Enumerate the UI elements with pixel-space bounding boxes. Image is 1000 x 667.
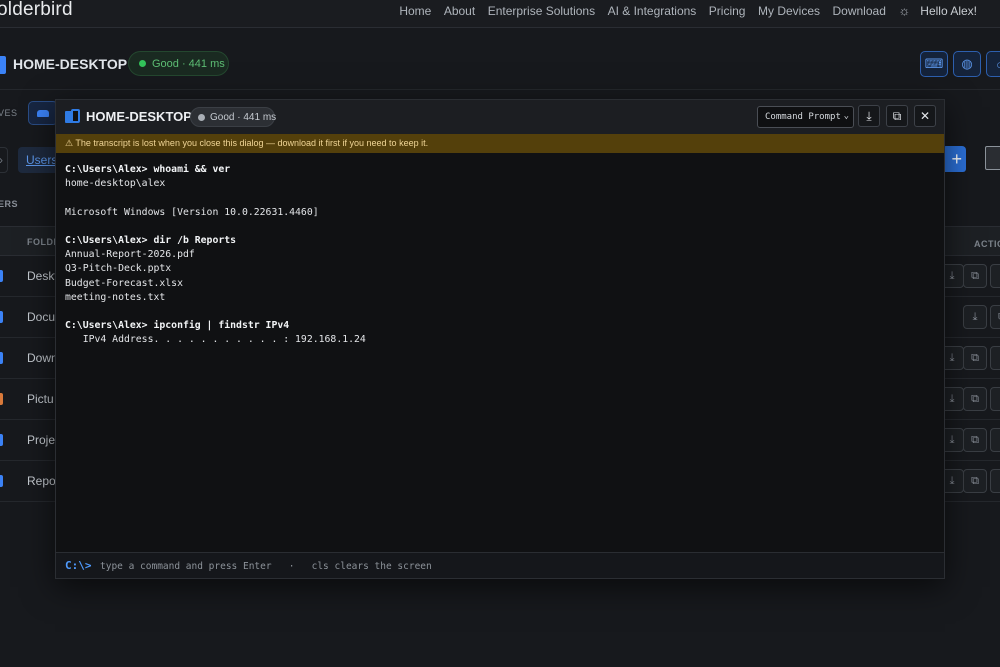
- dialog-status-badge: Good · 441 ms: [190, 107, 276, 127]
- drives-label: VES: [0, 108, 18, 118]
- transcript-warning: ⚠ The transcript is lost when you close …: [56, 134, 944, 153]
- brand-logo[interactable]: olderbird: [0, 0, 73, 21]
- nav-download[interactable]: Download: [833, 4, 886, 18]
- device-name: HOME-DESKTOP: [13, 56, 128, 72]
- drive-button[interactable]: [28, 101, 58, 125]
- remote-shell-dialog: HOME-DESKTOP Good · 441 ms Command Promp…: [55, 99, 945, 579]
- folder-icon: [0, 393, 3, 405]
- folder-icon: [0, 311, 3, 323]
- external-link-icon: ⧉: [892, 109, 902, 123]
- dialog-title: HOME-DESKTOP: [86, 109, 192, 124]
- desktop-icon: [0, 56, 6, 74]
- folder-name: Pictu: [27, 392, 54, 406]
- terminal-command-line: C:\Users\Alex> ipconfig | findstr IPv4: [65, 320, 290, 332]
- download-button[interactable]: ⤓: [963, 305, 987, 329]
- share-button[interactable]: ⧉: [963, 428, 987, 452]
- folder-name: Docu: [27, 310, 56, 324]
- more-button[interactable]: ▯: [990, 428, 1000, 452]
- terminal-output-line: meeting-notes.txt: [65, 291, 166, 303]
- folder-name: Proje: [27, 433, 56, 447]
- search-button[interactable]: ○: [986, 51, 1000, 77]
- folder-icon: [0, 270, 3, 282]
- folder-icon: [0, 475, 3, 487]
- more-button[interactable]: ▯: [990, 264, 1000, 288]
- nav-ai-integrations[interactable]: AI & Integrations: [608, 4, 697, 18]
- share-button[interactable]: ⧉: [963, 346, 987, 370]
- close-button[interactable]: ✕: [914, 105, 936, 127]
- more-button[interactable]: ▯: [990, 346, 1000, 370]
- breadcrumb-chevron-icon[interactable]: ›: [0, 147, 8, 173]
- status-badge: Good · 441 ms: [128, 51, 229, 76]
- download-transcript-button[interactable]: ⤓: [858, 105, 880, 127]
- share-button[interactable]: ⧉: [963, 469, 987, 493]
- terminal-command-line: C:\Users\Alex> dir /b Reports: [65, 234, 237, 246]
- nav-about[interactable]: About: [444, 4, 475, 18]
- terminal-output-line: Annual-Report-2026.pdf: [65, 249, 195, 261]
- nav-links: Home About Enterprise Solutions AI & Int…: [399, 3, 1000, 18]
- terminal-output-line: Microsoft Windows [Version 10.0.22631.44…: [65, 206, 319, 218]
- download-icon: ⤓: [866, 109, 872, 123]
- terminal-icon: ⌨: [924, 56, 944, 71]
- share-button[interactable]: ⧉: [963, 264, 987, 288]
- folder-icon: [0, 352, 3, 364]
- terminal-output-line: Q3-Pitch-Deck.pptx: [65, 263, 172, 275]
- prompt-label: C:\>: [65, 559, 92, 572]
- terminal-button[interactable]: ⌨: [920, 51, 948, 77]
- terminal-output: C:\Users\Alex> whoami && ver home-desktop…: [65, 163, 366, 347]
- top-navigation: olderbird Home About Enterprise Solution…: [0, 0, 1000, 28]
- command-input[interactable]: [100, 557, 920, 575]
- new-folder-button[interactable]: +: [942, 146, 966, 172]
- terminal-output-line: Budget-Forecast.xlsx: [65, 277, 183, 289]
- folder-name: Deskt: [27, 269, 58, 283]
- share-button[interactable]: ⧉: [990, 305, 1000, 329]
- dialog-header: HOME-DESKTOP Good · 441 ms Command Promp…: [56, 100, 944, 134]
- folder-name: Down: [27, 351, 58, 365]
- column-header-actions: ACTIO: [974, 239, 1000, 249]
- device-header: HOME-DESKTOP Good · 441 ms: [0, 40, 1000, 90]
- sun-icon[interactable]: ☼: [898, 3, 910, 18]
- search-icon: ○: [996, 56, 1000, 72]
- section-label: ERS: [0, 199, 19, 209]
- terminal-command-line: C:\Users\Alex> whoami && ver: [65, 164, 231, 175]
- command-input-bar: C:\>: [56, 552, 944, 578]
- more-button[interactable]: ▯: [990, 387, 1000, 411]
- terminal-output-line: IPv4 Address. . . . . . . . . . . : 192.…: [65, 334, 366, 346]
- nav-my-devices[interactable]: My Devices: [758, 4, 820, 18]
- folder-icon: [0, 434, 3, 446]
- shell-select[interactable]: Command Prompt ⌄: [757, 106, 854, 128]
- user-greeting[interactable]: Hello Alex!: [920, 4, 977, 18]
- share-button[interactable]: ⧉: [963, 387, 987, 411]
- folder-name: Repo: [27, 474, 56, 488]
- open-external-button[interactable]: ⧉: [886, 105, 908, 127]
- nav-pricing[interactable]: Pricing: [709, 4, 746, 18]
- shell-select-value: Command Prompt: [765, 112, 841, 122]
- nav-enterprise-solutions[interactable]: Enterprise Solutions: [488, 4, 595, 18]
- new-file-button[interactable]: [985, 146, 1000, 170]
- chevron-down-icon: ⌄: [843, 111, 849, 121]
- more-button[interactable]: ▯: [990, 469, 1000, 493]
- nav-home[interactable]: Home: [399, 4, 431, 18]
- close-icon: ✕: [919, 109, 931, 123]
- globe-button[interactable]: ◍: [953, 51, 981, 77]
- globe-icon: ◍: [961, 56, 973, 71]
- terminal-output-line: home-desktop\alex: [65, 178, 166, 190]
- devices-icon: [65, 109, 80, 124]
